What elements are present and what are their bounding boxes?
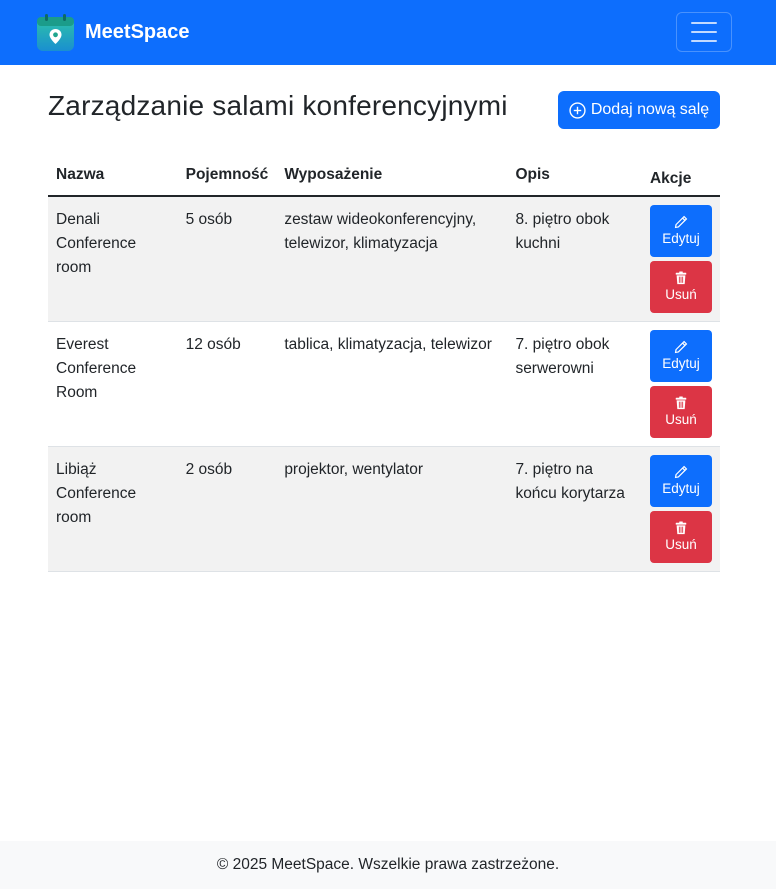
navbar-toggler-button[interactable]: [676, 12, 732, 52]
trash-icon: [675, 396, 687, 410]
room-equipment: zestaw wideokonferencyjny, telewizor, kl…: [276, 196, 508, 322]
room-name: Denali Conference room: [48, 196, 178, 322]
footer: © 2025 MeetSpace. Wszelkie prawa zastrze…: [0, 841, 776, 889]
add-room-button[interactable]: Dodaj nową salę: [558, 91, 720, 129]
pencil-icon: [674, 215, 688, 229]
header-description: Opis: [507, 155, 642, 197]
hamburger-menu-icon: [691, 22, 717, 24]
page-title: Zarządzanie salami konferencyjnymi: [48, 90, 508, 121]
brand-link[interactable]: MeetSpace: [36, 13, 190, 52]
table-row: Everest Conference Room 12 osób tablica,…: [48, 321, 720, 447]
header-equipment: Wyposażenie: [276, 155, 508, 197]
room-description: 7. piętro obok serwerowni: [507, 321, 642, 447]
delete-button[interactable]: Usuń: [649, 511, 712, 563]
delete-button[interactable]: Usuń: [649, 386, 712, 438]
header-actions: Akcje: [641, 155, 720, 197]
trash-icon: [675, 271, 687, 285]
room-actions: Edytuj Usuń: [641, 196, 720, 322]
brand-name: MeetSpace: [85, 21, 190, 43]
navbar: MeetSpace: [0, 0, 776, 65]
footer-text: © 2025 MeetSpace. Wszelkie prawa zastrze…: [216, 856, 560, 873]
room-capacity: 12 osób: [177, 321, 277, 447]
delete-button[interactable]: Usuń: [649, 261, 712, 313]
table-row: Libiąż Conference room 2 osób projektor,…: [48, 446, 720, 572]
calendar-location-icon: [37, 14, 74, 51]
edit-button[interactable]: Edytuj: [649, 455, 712, 507]
room-actions: Edytuj Usuń: [641, 446, 720, 572]
room-capacity: 2 osób: [177, 446, 277, 572]
room-description: 8. piętro obok kuchni: [507, 196, 642, 322]
header-name: Nazwa: [48, 155, 178, 197]
room-capacity: 5 osób: [177, 196, 277, 322]
plus-circle-icon: [569, 101, 586, 119]
room-actions: Edytuj Usuń: [641, 321, 720, 447]
room-equipment: projektor, wentylator: [276, 446, 508, 572]
pencil-icon: [674, 340, 688, 354]
edit-button[interactable]: Edytuj: [649, 205, 712, 257]
rooms-table: Nazwa Pojemność Wyposażenie Opis Akcje D…: [48, 155, 720, 572]
room-name: Everest Conference Room: [48, 321, 178, 447]
header-capacity: Pojemność: [177, 155, 277, 197]
room-description: 7. piętro na końcu korytarza: [507, 446, 642, 572]
pencil-icon: [674, 465, 688, 479]
table-header-row: Nazwa Pojemność Wyposażenie Opis Akcje: [48, 155, 720, 197]
room-name: Libiąż Conference room: [48, 446, 178, 572]
trash-icon: [675, 521, 687, 535]
table-row: Denali Conference room 5 osób zestaw wid…: [48, 196, 720, 322]
edit-button[interactable]: Edytuj: [649, 330, 712, 382]
room-equipment: tablica, klimatyzacja, telewizor: [276, 321, 508, 447]
add-room-label: Dodaj nową salę: [590, 101, 710, 118]
